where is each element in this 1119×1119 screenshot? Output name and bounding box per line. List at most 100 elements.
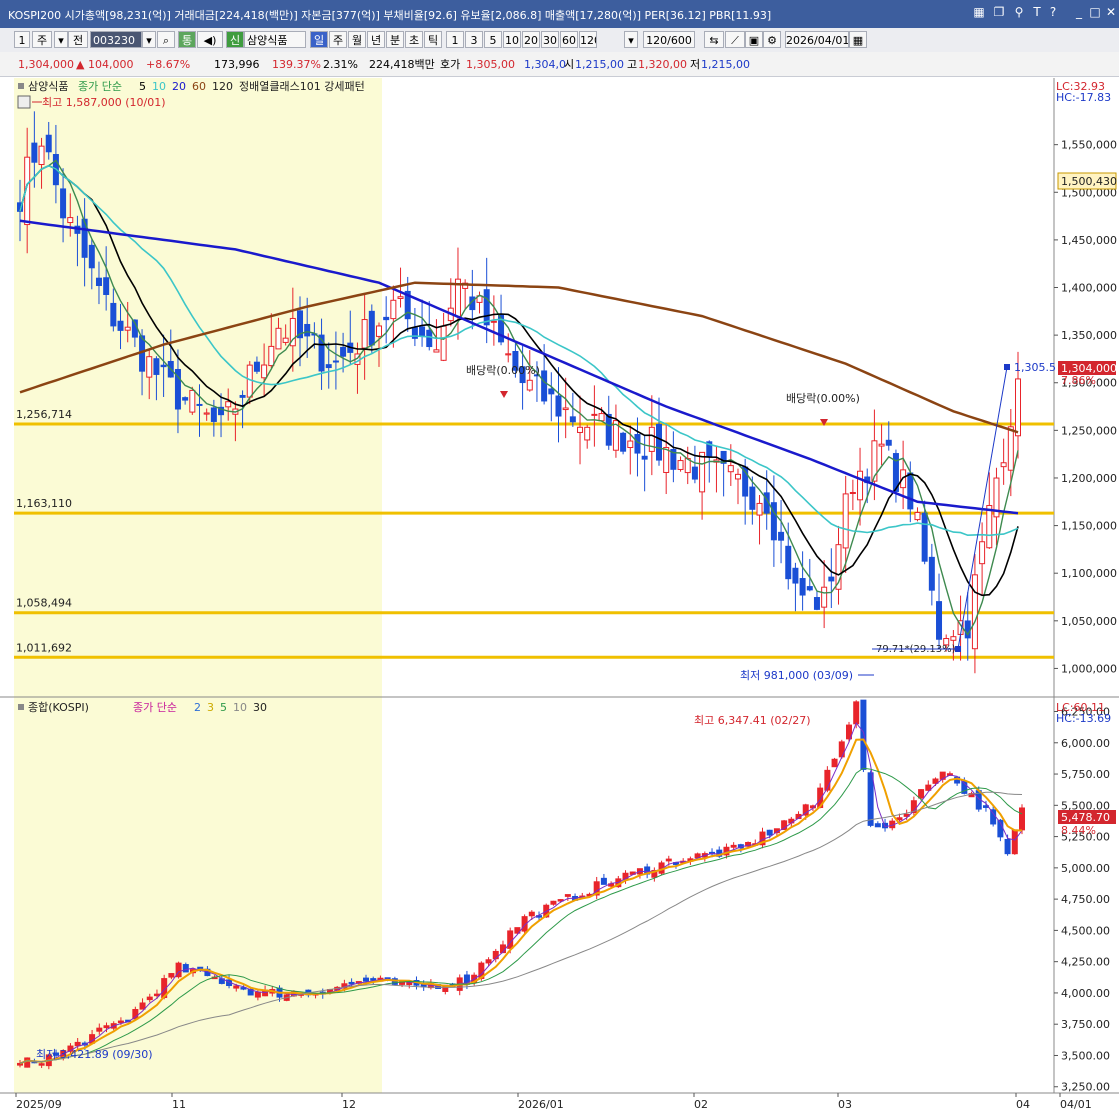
period-button[interactable]: 월	[348, 31, 366, 48]
candle-body	[857, 470, 864, 501]
candle-body	[375, 325, 382, 337]
chart-area[interactable]: 1,256,714 1,163,110 1,058,494 1,011,692 1,5…	[0, 78, 1119, 1116]
legend-item: 2	[194, 701, 201, 714]
candle-body	[95, 277, 102, 287]
minute-button[interactable]: 5	[484, 31, 502, 48]
kospi-candle-body	[1011, 829, 1018, 855]
text-icon[interactable]: T	[1030, 4, 1044, 20]
candle-body	[907, 472, 914, 510]
period-button[interactable]: 틱	[424, 31, 442, 48]
count-field[interactable]: 120/600	[643, 31, 695, 48]
candle-body	[239, 394, 246, 398]
compare-icon[interactable]: ⇆	[704, 31, 724, 48]
minute-button[interactable]: 20	[522, 31, 540, 48]
pattern-point	[1004, 364, 1010, 370]
kospi-candle-body	[528, 911, 535, 917]
help-icon[interactable]: ?	[1046, 4, 1060, 20]
candle-body	[555, 395, 562, 417]
close-icon[interactable]: ✕	[1104, 4, 1118, 20]
quote-label: 호가	[440, 58, 461, 71]
x-tick-label: 02	[694, 1098, 708, 1111]
period-button[interactable]: 분	[386, 31, 404, 48]
kospi-candle-body	[485, 959, 492, 964]
pin-icon[interactable]: ⚲	[1012, 4, 1026, 20]
period-button[interactable]: 주	[329, 31, 347, 48]
stock-code-input[interactable]: 003230	[90, 31, 142, 48]
y-tick-label: 1,450,000	[1061, 234, 1117, 247]
price-change: ▲ 104,000	[76, 58, 134, 71]
kospi-candle-body	[860, 699, 867, 770]
dropdown-icon[interactable]: ▾	[54, 31, 68, 48]
candle-body	[440, 325, 447, 361]
save-icon[interactable]: ▣	[745, 31, 763, 48]
candle-body	[914, 511, 921, 521]
search-icon[interactable]: ⌕	[157, 31, 175, 48]
dividend-annotation: 배당락(0.00%)	[786, 392, 860, 405]
minute-button[interactable]: 10	[503, 31, 521, 48]
gear-icon[interactable]: ⚙	[763, 31, 781, 48]
chevron-down-icon[interactable]: ▾	[142, 31, 156, 48]
restore-icon[interactable]: ❐	[992, 4, 1006, 20]
candle-body	[605, 413, 612, 446]
candle-body	[210, 407, 217, 422]
candle-body	[103, 277, 110, 295]
dropdown-icon[interactable]: ▾	[624, 31, 638, 48]
legend-item: 20	[172, 80, 186, 93]
price-pct-label: 7.86%	[1061, 374, 1096, 387]
prev-button[interactable]: 전	[68, 31, 88, 48]
calendar-icon[interactable]: ▦	[849, 31, 867, 48]
x-tick-label: 03	[838, 1098, 852, 1111]
kospi-candle-body	[74, 1041, 81, 1047]
candle-body	[548, 388, 555, 395]
minute-button[interactable]: 3	[465, 31, 483, 48]
candle-body	[577, 426, 584, 433]
candle-body	[936, 601, 943, 640]
legend-item: 10	[233, 701, 247, 714]
target-annotation: 1,305.5	[1014, 361, 1056, 374]
period-button[interactable]: 초	[405, 31, 423, 48]
chart-canvas[interactable]: 1,256,714 1,163,110 1,058,494 1,011,692 1,5…	[0, 78, 1119, 1116]
grid-icon[interactable]: ▦	[972, 4, 986, 20]
period-button[interactable]: 일	[310, 31, 328, 48]
candle-body	[756, 502, 763, 516]
support-line-label: 1,058,494	[16, 597, 72, 610]
minute-button[interactable]: 60	[560, 31, 578, 48]
kospi-candle-body	[363, 977, 370, 982]
candle-body	[246, 364, 253, 398]
candle-body	[153, 358, 160, 375]
line-tool-icon[interactable]: ⟋	[725, 31, 745, 48]
candle-body	[60, 188, 67, 219]
candle-body	[189, 389, 196, 413]
tong-button[interactable]: 통	[178, 31, 196, 48]
market-select[interactable]: 주	[32, 31, 52, 48]
minute-button[interactable]: 120	[579, 31, 597, 48]
candle-body	[110, 302, 117, 327]
minute-button[interactable]: 30	[541, 31, 559, 48]
kospi-candle-body	[146, 996, 153, 1001]
y-tick-label: 1,250,000	[1061, 424, 1117, 437]
sin-button[interactable]: 신	[226, 31, 244, 48]
period-button[interactable]: 년	[367, 31, 385, 48]
stock-name-field[interactable]: 삼양식품	[244, 31, 306, 48]
kospi-candle-body	[665, 858, 672, 862]
candle-body	[88, 244, 95, 269]
kospi-candle-body	[600, 877, 607, 885]
kospi-candle-body	[96, 1027, 103, 1032]
volume-ratio: 139.37%	[272, 58, 321, 71]
candle-body	[986, 505, 993, 549]
kospi-candle-body	[182, 964, 189, 973]
candle-body	[483, 289, 490, 326]
sound-icon[interactable]: ◀)	[197, 31, 223, 48]
candle-body	[699, 451, 706, 493]
prefix-button[interactable]: 1	[14, 31, 30, 48]
candle-body	[878, 443, 885, 447]
candle-body	[849, 492, 856, 495]
minute-button[interactable]: 1	[446, 31, 464, 48]
minimize-icon[interactable]: _	[1072, 4, 1086, 20]
hc-label: HC:-13.69	[1056, 712, 1111, 725]
kospi-price-box-label: 5,478.70	[1061, 811, 1110, 824]
y-tick-label: 1,400,000	[1061, 282, 1117, 295]
date-field[interactable]: 2026/04/01	[785, 31, 849, 48]
candle-body	[325, 364, 332, 369]
maximize-icon[interactable]: □	[1088, 4, 1102, 20]
